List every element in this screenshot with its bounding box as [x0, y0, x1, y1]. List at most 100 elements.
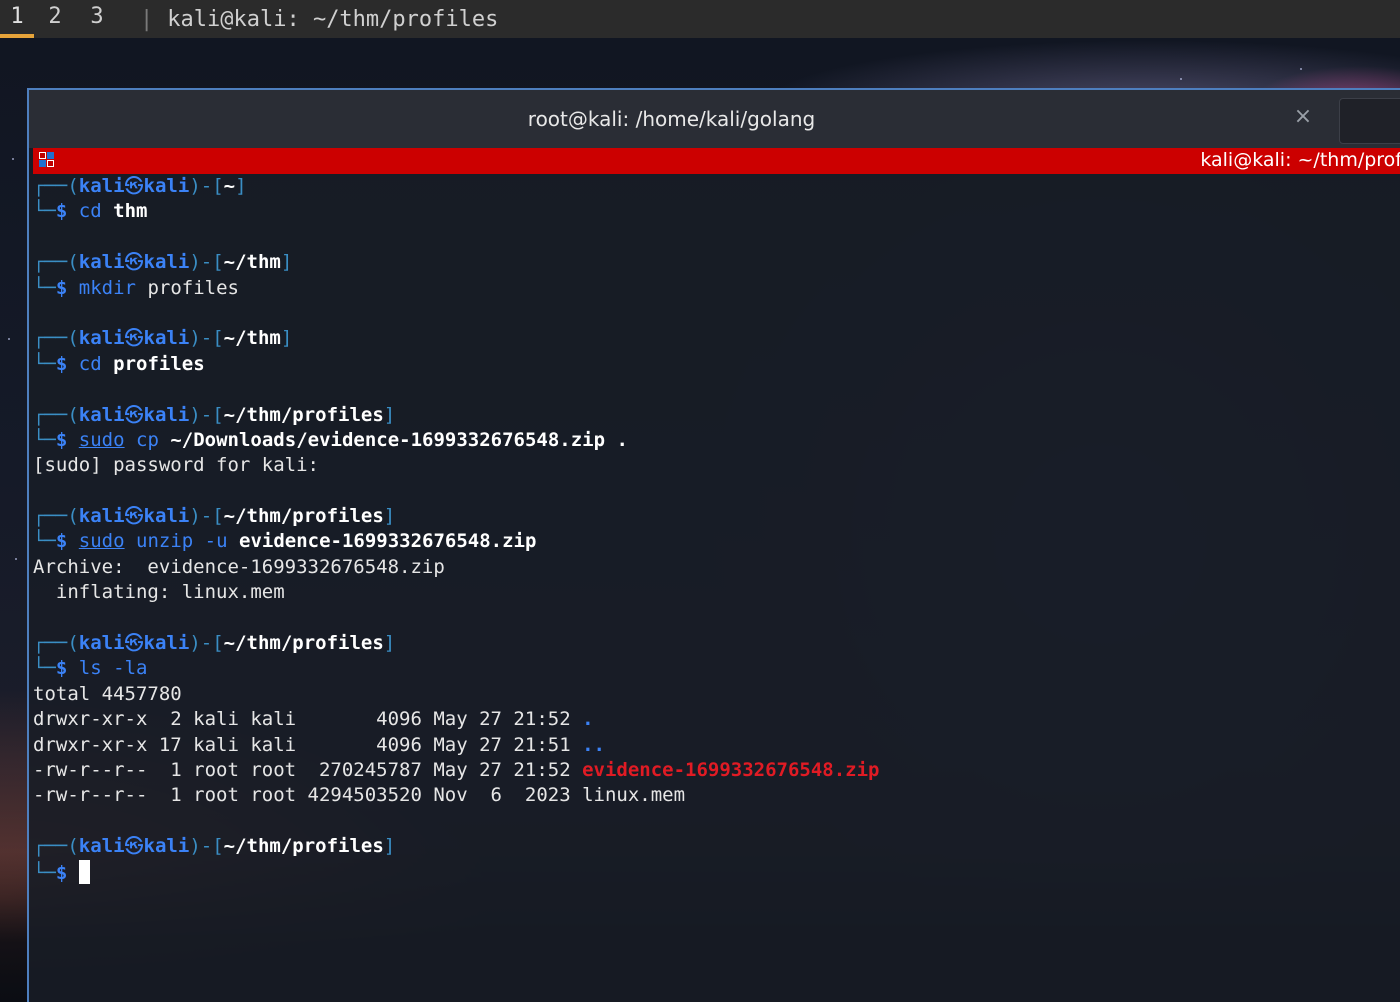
prompt-host: kali	[143, 251, 190, 274]
prompt-at-symbol: ㉿	[124, 175, 144, 197]
workspace-1-button[interactable]: 1	[0, 0, 34, 38]
file-metadata: drwxr-xr-x 17 kali kali 4096 May 27 21:5…	[33, 733, 583, 756]
prompt-header: ┌──(kali㉿kali)-[~/thm/profiles]	[33, 631, 1393, 656]
command-token: sudo	[78, 530, 125, 553]
command-token: ls	[78, 657, 102, 680]
command-line: └─$ sudo cp ~/Downloads/evidence-1699332…	[33, 428, 1393, 453]
prompt-frame: ┌──(	[33, 403, 79, 426]
listing-row: drwxr-xr-x 17 kali kali 4096 May 27 21:5…	[33, 733, 1393, 758]
prompt-frame: )-[	[189, 505, 224, 528]
output-line: [sudo] password for kali:	[33, 453, 1393, 478]
prompt-host: kali	[143, 403, 190, 426]
prompt-frame: )-[	[189, 403, 224, 426]
prompt-at-symbol: ㉿	[124, 327, 144, 350]
file-name: evidence-1699332676548.zip	[582, 758, 880, 781]
prompt-path: ~/thm/profiles	[223, 505, 384, 528]
prompt-frame: ]	[280, 327, 293, 350]
command-token	[228, 530, 239, 552]
command-token: profiles	[113, 352, 205, 375]
prompt-path: ~/thm	[223, 327, 281, 350]
prompt-header: ┌──(kali㉿kali)-[~/thm]	[33, 326, 1393, 351]
prompt-path: ~/thm	[223, 251, 281, 274]
prompt-at-symbol: ㉿	[124, 835, 144, 858]
prompt-frame: ┌──(	[33, 505, 79, 528]
command-line: └─$ sudo unzip -u evidence-1699332676548…	[33, 529, 1393, 554]
file-metadata: drwxr-xr-x 2 kali kali 4096 May 27 21:52	[33, 708, 583, 731]
terminal-window[interactable]: root@kali: /home/kali/golang × kali@kali…	[27, 88, 1400, 1002]
command-token	[159, 429, 170, 451]
prompt-at-symbol: ㉿	[124, 403, 144, 426]
file-name: linux.mem	[582, 784, 686, 807]
prompt-at-symbol: ㉿	[124, 505, 144, 528]
prompt-header: ┌──(kali㉿kali)-[~/thm]	[33, 250, 1393, 275]
terminal-icon	[39, 152, 55, 168]
prompt-at-symbol: ㉿	[124, 632, 144, 655]
prompt-header: ┌──(kali㉿kali)-[~/thm/profiles]	[33, 504, 1393, 529]
prompt-frame: └─	[33, 352, 56, 375]
prompt-frame: ┌──(	[33, 251, 79, 274]
output-text: inflating: linux.mem	[33, 581, 285, 604]
command-token: sudo	[78, 428, 125, 451]
prompt-frame: └─	[33, 861, 56, 884]
command-line: └─$ cd profiles	[33, 352, 1393, 377]
adjacent-window-tab[interactable]	[1339, 98, 1400, 144]
prompt-frame: ]	[383, 632, 396, 655]
command-token: evidence-1699332676548.zip	[239, 530, 537, 553]
prompt-frame: )-[	[189, 835, 224, 858]
terminal-tab-bar[interactable]: kali@kali: ~/thm/prof	[33, 148, 1400, 174]
prompt-user: kali	[78, 175, 125, 197]
prompt-path: ~/thm/profiles	[223, 403, 384, 426]
prompt-header: ┌──(kali㉿kali)-[~]	[33, 174, 1393, 199]
command-token	[125, 429, 136, 451]
command-token: -u	[204, 530, 228, 553]
prompt-frame: └─	[33, 657, 56, 680]
window-title: root@kali: /home/kali/golang	[527, 107, 816, 131]
command-token: profiles	[136, 276, 239, 299]
window-titlebar[interactable]: root@kali: /home/kali/golang ×	[29, 90, 1400, 148]
prompt-path: ~/thm/profiles	[223, 632, 384, 655]
prompt-frame: ┌──(	[33, 175, 79, 197]
output-line: Archive: evidence-1699332676548.zip	[33, 555, 1393, 580]
prompt-frame: ]	[383, 403, 396, 426]
prompt-frame: ]	[383, 835, 396, 858]
command-token: mkdir	[78, 276, 136, 299]
prompt-frame: )-[	[189, 175, 224, 197]
prompt-user: kali	[78, 251, 125, 274]
prompt-dollar: $	[55, 276, 68, 299]
command-token: cp	[136, 428, 159, 451]
prompt-frame: └─	[33, 200, 56, 223]
output-line: total 4457780	[33, 682, 1393, 707]
prompt-user: kali	[78, 505, 125, 528]
prompt-at-symbol: ㉿	[124, 251, 144, 274]
prompt-host: kali	[143, 835, 190, 858]
workspace-3-button[interactable]: 3	[76, 0, 118, 38]
workspace-bar: 1 2 3 | kali@kali: ~/thm/profiles	[0, 0, 1400, 38]
prompt-frame: ┌──(	[33, 835, 79, 858]
workspace-2-button[interactable]: 2	[34, 0, 76, 38]
prompt-header: ┌──(kali㉿kali)-[~/thm/profiles]	[33, 834, 1393, 859]
prompt-header: ┌──(kali㉿kali)-[~/thm/profiles]	[33, 403, 1393, 428]
output-text: Archive: evidence-1699332676548.zip	[33, 555, 445, 578]
close-icon[interactable]: ×	[1291, 104, 1315, 132]
prompt-frame: )-[	[189, 632, 224, 655]
prompt-host: kali	[143, 175, 190, 197]
prompt-dollar: $	[55, 861, 68, 884]
terminal-output[interactable]: ┌──(kali㉿kali)-[~] └─$ cd thm ┌──(kali㉿kal…	[33, 174, 1393, 885]
file-metadata: -rw-r--r-- 1 root root 4294503520 Nov 6 …	[33, 784, 583, 807]
prompt-dollar: $	[55, 200, 68, 223]
command-token: -la	[113, 657, 148, 680]
focused-window-title: kali@kali: ~/thm/profiles	[167, 6, 499, 32]
command-token: unzip	[136, 530, 194, 553]
prompt-path: ~/thm/profiles	[223, 835, 384, 858]
command-token: cd	[78, 200, 102, 223]
command-token: cd	[78, 352, 102, 375]
